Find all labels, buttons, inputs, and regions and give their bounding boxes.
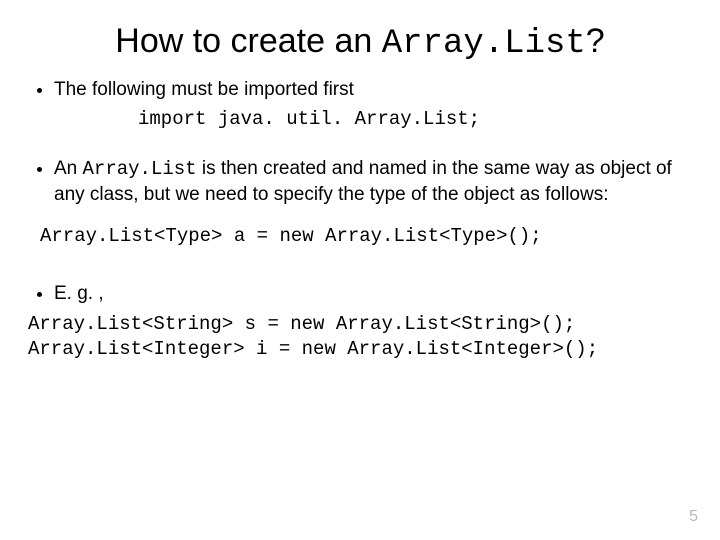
bullet-list-1: The following must be imported first [28, 77, 692, 102]
title-post: ? [586, 22, 605, 60]
bullet-list-2: An Array.List is then created and named … [28, 156, 692, 207]
bullet-list-3: E. g. , [28, 281, 692, 306]
slide-title: How to create an Array.List? [28, 22, 692, 63]
bullet-import: The following must be imported first [54, 77, 692, 102]
type-code: Array.List<Type> a = new Array.List<Type… [40, 225, 692, 247]
examples-code: Array.List<String> s = new Array.List<St… [28, 312, 692, 362]
title-mono: Array.List [382, 25, 586, 63]
title-pre: How to create an [115, 22, 381, 60]
bullet-examples: E. g. , [54, 281, 692, 306]
bullet-creation: An Array.List is then created and named … [54, 156, 692, 207]
bullet2-pre: An [54, 158, 83, 179]
page-number: 5 [689, 508, 698, 526]
import-code: import java. util. Array.List; [138, 108, 692, 130]
slide: How to create an Array.List? The followi… [0, 0, 720, 540]
bullet2-mono: Array.List [83, 158, 197, 180]
